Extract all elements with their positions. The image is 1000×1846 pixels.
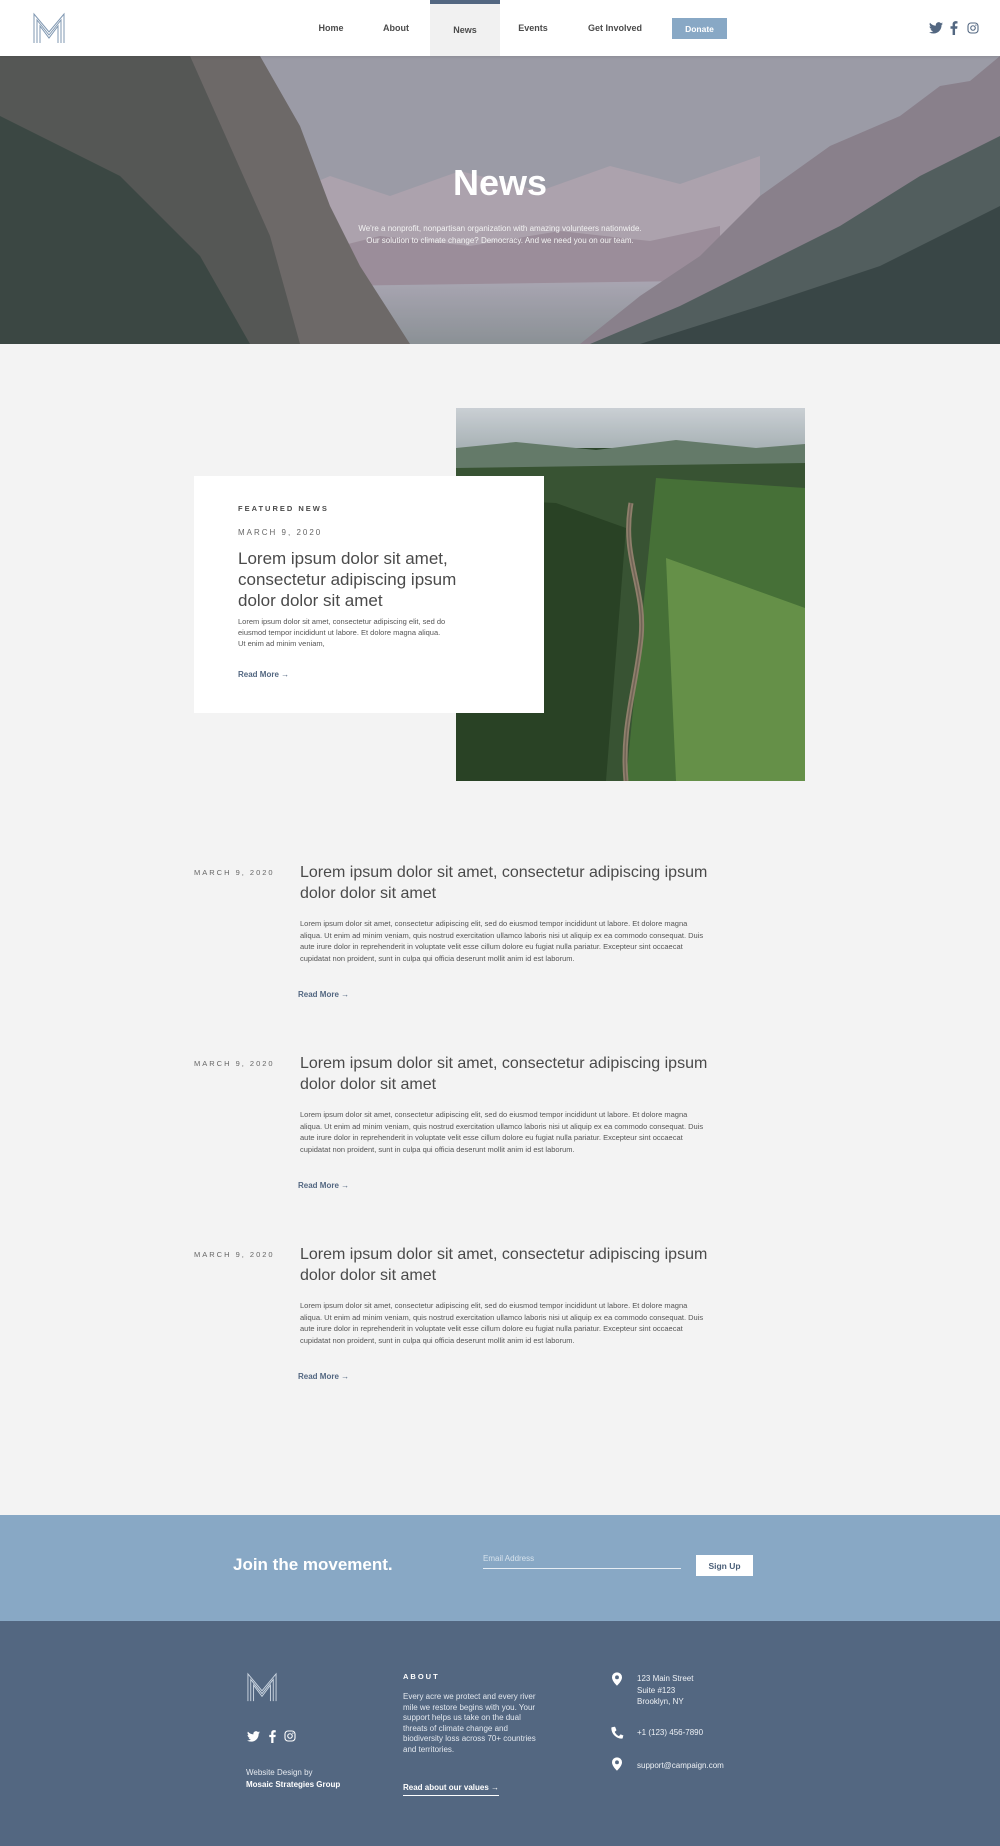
logo-icon[interactable]	[32, 12, 66, 44]
location-pin-icon	[610, 1756, 624, 1772]
address-line: Brooklyn, NY	[637, 1697, 684, 1706]
location-pin-icon	[610, 1671, 624, 1687]
article-excerpt: Lorem ipsum dolor sit amet, consectetur …	[300, 919, 704, 963]
design-credit: Website Design by Mosaic Strategies Grou…	[246, 1767, 340, 1791]
article-excerpt: Lorem ipsum dolor sit amet, consectetur …	[300, 1301, 704, 1345]
news-article: MARCH 9, 2020 Lorem ipsum dolor sit amet…	[194, 864, 714, 1018]
sign-up-button[interactable]: Sign Up	[696, 1555, 753, 1576]
twitter-icon[interactable]	[928, 20, 943, 35]
news-article: MARCH 9, 2020 Lorem ipsum dolor sit amet…	[194, 1246, 714, 1400]
footer-logo-icon[interactable]	[246, 1672, 278, 1702]
footer-about-heading: ABOUT	[403, 1672, 440, 1681]
news-article: MARCH 9, 2020 Lorem ipsum dolor sit amet…	[194, 1055, 714, 1209]
hero-subtitle-line1: We're a nonprofit, nonpartisan organizat…	[358, 224, 642, 233]
featured-news-date: MARCH 9, 2020	[238, 528, 323, 537]
featured-news-label: FEATURED NEWS	[238, 504, 329, 513]
newsletter-signup-bar: Join the movement. Sign Up	[0, 1515, 1000, 1621]
article-title[interactable]: Lorem ipsum dolor sit amet, consectetur …	[300, 1244, 710, 1286]
donate-button[interactable]: Donate	[672, 18, 727, 39]
address-line: 123 Main Street	[637, 1674, 694, 1683]
article-date: MARCH 9, 2020	[194, 1059, 275, 1068]
nav-item-get-involved[interactable]: Get Involved	[566, 0, 664, 56]
article-title[interactable]: Lorem ipsum dolor sit amet, consectetur …	[300, 862, 710, 904]
footer-email[interactable]: support@campaign.com	[637, 1760, 724, 1772]
top-navigation: Home About News Events Get Involved Dona…	[0, 0, 1000, 56]
address-line: Suite #123	[637, 1685, 676, 1695]
footer-phone[interactable]: +1 (123) 456-7890	[637, 1727, 703, 1739]
article-date: MARCH 9, 2020	[194, 868, 275, 877]
facebook-icon[interactable]	[267, 1729, 277, 1743]
article-read-more-link[interactable]: Read More →	[298, 1372, 349, 1381]
footer-about-text: Every acre we protect and every river mi…	[403, 1692, 536, 1754]
featured-news-excerpt: Lorem ipsum dolor sit amet, consectetur …	[238, 617, 446, 648]
hero-subtitle-line2: Our solution to climate change? Democrac…	[366, 236, 634, 245]
article-title[interactable]: Lorem ipsum dolor sit amet, consectetur …	[300, 1053, 710, 1095]
article-read-more-link[interactable]: Read More →	[298, 1181, 349, 1190]
email-input[interactable]	[483, 1549, 681, 1569]
footer-address: 123 Main Street Suite #123 Brooklyn, NY	[637, 1673, 693, 1708]
featured-news-title[interactable]: Lorem ipsum dolor sit amet, consectetur …	[238, 548, 488, 611]
nav-item-news[interactable]: News	[430, 0, 500, 56]
hero-subtitle: We're a nonprofit, nonpartisan organizat…	[340, 223, 660, 247]
credit-company[interactable]: Mosaic Strategies Group	[246, 1779, 340, 1791]
featured-news-card: FEATURED NEWS MARCH 9, 2020 Lorem ipsum …	[194, 476, 544, 713]
nav-item-about[interactable]: About	[362, 0, 430, 56]
join-heading: Join the movement.	[233, 1555, 393, 1574]
site-footer: Website Design by Mosaic Strategies Grou…	[0, 1621, 1000, 1846]
credit-line: Website Design by	[246, 1768, 313, 1777]
hero-banner: News We're a nonprofit, nonpartisan orga…	[0, 56, 1000, 344]
about-values-link[interactable]: Read about our values →	[403, 1783, 500, 1796]
phone-icon	[610, 1724, 624, 1740]
nav-item-events[interactable]: Events	[500, 0, 566, 56]
instagram-icon[interactable]	[283, 1729, 297, 1743]
facebook-icon[interactable]	[948, 20, 959, 35]
instagram-icon[interactable]	[965, 20, 980, 35]
article-read-more-link[interactable]: Read More →	[298, 990, 349, 999]
featured-read-more-link[interactable]: Read More →	[238, 670, 289, 679]
article-excerpt: Lorem ipsum dolor sit amet, consectetur …	[300, 1110, 704, 1154]
nav-item-home[interactable]: Home	[300, 0, 362, 56]
nav-links: Home About News Events Get Involved	[300, 0, 664, 56]
page-title: News	[452, 162, 548, 203]
twitter-icon[interactable]	[246, 1729, 261, 1743]
article-date: MARCH 9, 2020	[194, 1250, 275, 1259]
